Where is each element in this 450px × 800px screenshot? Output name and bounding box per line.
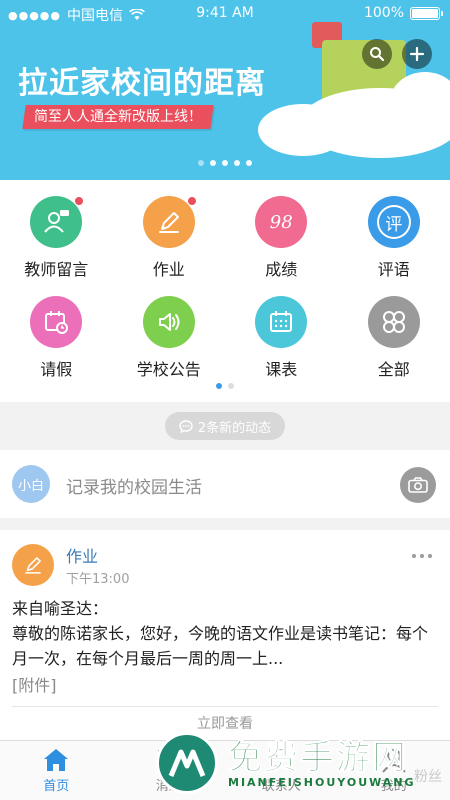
feature-label: 教师留言: [24, 260, 89, 279]
comment-icon: 评: [376, 205, 411, 239]
camera-icon: [408, 477, 428, 493]
feature-label: 成绩: [265, 260, 298, 279]
search-icon: [370, 47, 385, 62]
pencil-icon: [158, 212, 179, 233]
watermark-subtitle: MIANFEISHOUYOUWANG: [228, 776, 416, 789]
new-activity-text: 2条新的动态: [197, 420, 272, 436]
banner-title: 拉近家校间的距离: [18, 66, 266, 101]
feature-label: 课表: [265, 360, 298, 379]
feature-school-notice[interactable]: 学校公告: [113, 296, 226, 380]
feature-label: 作业: [152, 260, 185, 279]
pager-dot: [228, 383, 234, 389]
speaker-icon: [158, 313, 180, 331]
banner-ribbon: 简至人人通全新改版上线！: [22, 105, 214, 129]
feature-grid-panel: 教师留言 作业 98 成绩 评 评语 请假 学校公告 课表 全部: [0, 180, 450, 402]
watermark-title: 免费手游网: [228, 738, 408, 779]
schedule-icon: [270, 311, 293, 332]
feature-comments[interactable]: 评 评语: [338, 196, 450, 280]
dot: [420, 554, 424, 558]
battery-percent: 100%: [363, 5, 404, 21]
grid-pager[interactable]: [0, 383, 450, 389]
banner-cloud: [258, 104, 348, 156]
all-grid-icon: [382, 311, 405, 333]
new-activity-badge[interactable]: 2条新的动态: [165, 412, 285, 440]
pencil-icon: [25, 557, 41, 574]
feature-icon-circle: 98: [255, 196, 308, 248]
avatar[interactable]: 小白: [12, 465, 50, 503]
feature-grid: 教师留言 作业 98 成绩 评 评语 请假 学校公告 课表 全部: [0, 196, 450, 380]
search-button[interactable]: [362, 39, 392, 69]
pager-dot: [210, 160, 216, 166]
pager-dot: [198, 160, 204, 166]
add-button[interactable]: [402, 39, 432, 69]
score-icon: 98: [269, 211, 293, 233]
calendar-clock-icon: [45, 311, 69, 334]
watermark: 免费手游网 MIANFEISHOUYOUWANG 粉丝: [156, 726, 450, 800]
banner-carousel[interactable]: ●●●●● 中国电信 9:41 AM 100% 拉近家校间的距离 简至人人通全新…: [0, 0, 450, 180]
battery-icon: [410, 6, 443, 20]
teacher-message-icon: [44, 210, 70, 233]
feature-label: 评语: [377, 260, 410, 279]
feature-icon-circle: 评: [367, 196, 420, 248]
feature-label: 学校公告: [136, 360, 201, 379]
feed-card-homework[interactable]: 作业 下午13:00 来自喻圣达： 尊敬的陈诺家长，您好，今晚的语文作业是读书笔…: [0, 530, 450, 740]
feature-icon-circle: [30, 196, 85, 248]
pager-dot: [216, 383, 222, 389]
feature-label: 请假: [40, 360, 73, 379]
feature-label: 全部: [377, 360, 410, 379]
post-input[interactable]: 记录我的校园生活: [66, 473, 202, 498]
camera-button[interactable]: [400, 467, 436, 503]
feature-leave-request[interactable]: 请假: [0, 296, 113, 380]
pager-dot: [234, 160, 240, 166]
feed-body: 来自喻圣达： 尊敬的陈诺家长，您好，今晚的语文作业是读书笔记：每个月一次，在每个…: [12, 596, 440, 671]
pager-dot: [246, 160, 252, 166]
feature-scores[interactable]: 98 成绩: [225, 196, 338, 280]
dot: [428, 554, 432, 558]
post-composer[interactable]: 小白 记录我的校园生活: [0, 450, 450, 518]
feature-teacher-message[interactable]: 教师留言: [0, 196, 113, 280]
feature-icon-circle: [255, 296, 308, 348]
app-screen: ●●●●● 中国电信 9:41 AM 100% 拉近家校间的距离 简至人人通全新…: [0, 0, 450, 800]
feed-content: 尊敬的陈诺家长，您好，今晚的语文作业是读书笔记：每个月一次，在每个月最后一周的周…: [12, 624, 429, 668]
watermark-logo-icon: [156, 732, 218, 794]
feature-icon-circle: [142, 196, 197, 248]
tab-label: 首页: [43, 779, 70, 794]
watermark-partial-text: 粉丝: [414, 769, 442, 785]
feature-homework[interactable]: 作业: [113, 196, 226, 280]
feed-title: 作业: [66, 547, 99, 566]
feed-time: 下午13:00: [66, 572, 130, 587]
feature-all[interactable]: 全部: [338, 296, 450, 380]
divider: [12, 706, 438, 707]
more-options-icon[interactable]: [412, 554, 432, 558]
tab-home[interactable]: 首页: [0, 741, 113, 800]
attachment-link[interactable]: [附件]: [12, 672, 57, 696]
plus-icon: [409, 46, 425, 62]
feature-icon-circle: [30, 296, 83, 348]
feature-icon-circle: [367, 296, 420, 348]
status-bar: ●●●●● 中国电信 9:41 AM 100%: [0, 0, 450, 28]
homework-avatar: [12, 544, 54, 586]
pager-dot: [222, 160, 228, 166]
feature-timetable[interactable]: 课表: [225, 296, 338, 380]
banner-pager[interactable]: [0, 160, 450, 166]
home-icon: [44, 749, 69, 771]
notification-dot: [74, 196, 85, 206]
dot: [412, 554, 416, 558]
feed-sender: 来自喻圣达：: [12, 599, 109, 618]
notification-dot: [186, 196, 197, 206]
chat-bubble-icon: [179, 419, 193, 433]
feature-icon-circle: [142, 296, 195, 348]
